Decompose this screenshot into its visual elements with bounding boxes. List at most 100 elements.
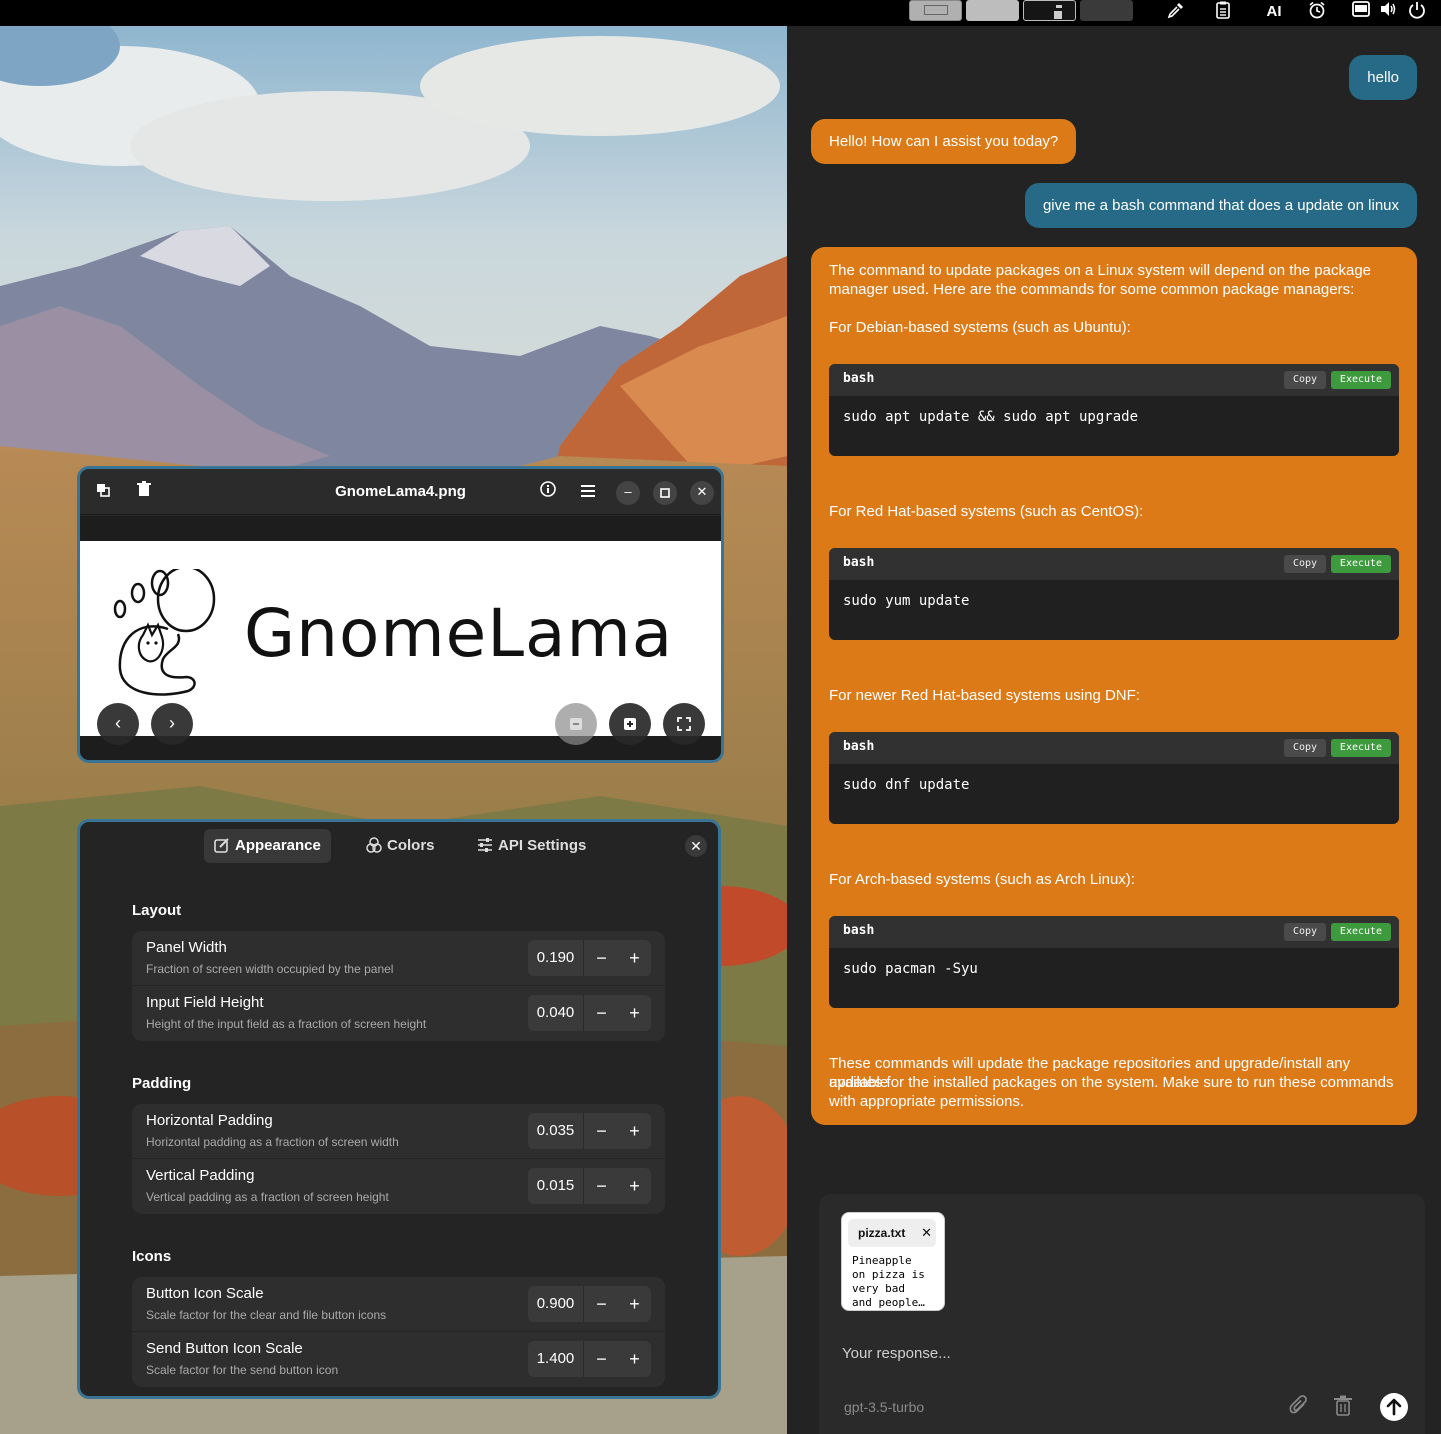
clipboard-icon[interactable] — [1211, 1, 1235, 23]
appearance-icon — [214, 838, 229, 853]
code-command: sudo apt update && sudo apt upgrade — [843, 409, 1139, 425]
tab-label: API Settings — [498, 837, 587, 854]
color-picker-icon[interactable] — [1164, 1, 1188, 23]
setting-row-vertical-padding: Vertical Padding Vertical padding as a f… — [132, 1159, 665, 1214]
zoom-in-icon[interactable] — [609, 703, 651, 745]
copy-button[interactable]: Copy — [1284, 739, 1326, 757]
code-block: bash Copy Execute sudo apt update && sud… — [829, 364, 1399, 456]
tab-appearance[interactable]: Appearance — [204, 829, 331, 863]
execute-button[interactable]: Execute — [1331, 371, 1391, 389]
send-icon[interactable] — [1380, 1393, 1408, 1421]
clear-chat-icon[interactable] — [1333, 1395, 1357, 1419]
viewer-letterbox-top — [80, 516, 721, 541]
workspace-2[interactable] — [966, 0, 1019, 21]
info-icon[interactable] — [536, 480, 560, 504]
setting-subtitle: Fraction of screen width occupied by the… — [146, 962, 394, 976]
execute-button[interactable]: Execute — [1331, 739, 1391, 757]
close-icon[interactable]: ✕ — [685, 835, 707, 857]
tab-api-settings[interactable]: API Settings — [467, 829, 596, 863]
model-label: gpt-3.5-turbo — [844, 1399, 925, 1415]
spin-value-input[interactable]: 0.040 — [528, 995, 584, 1031]
setting-row-horizontal-padding: Horizontal Padding Horizontal padding as… — [132, 1104, 665, 1159]
code-command: sudo yum update — [843, 593, 970, 609]
attach-file-icon[interactable] — [1289, 1395, 1313, 1419]
button-icon-scale-spinbutton: 0.900 − + — [528, 1286, 651, 1322]
vertical-padding-spinbutton: 0.015 − + — [528, 1168, 651, 1204]
spin-value-input[interactable]: 0.900 — [528, 1286, 584, 1322]
user-message: hello — [1349, 55, 1417, 100]
next-icon[interactable]: › — [151, 703, 193, 745]
setting-subtitle: Horizontal padding as a fraction of scre… — [146, 1135, 399, 1149]
viewer-logo-text: GnomeLama — [244, 595, 674, 672]
settings-group-padding: Horizontal Padding Horizontal padding as… — [132, 1104, 665, 1214]
setting-row-panel-width: Panel Width Fraction of screen width occ… — [132, 931, 665, 986]
spin-value-input[interactable]: 0.015 — [528, 1168, 584, 1204]
setting-subtitle: Height of the input field as a fraction … — [146, 1017, 427, 1031]
increment-button[interactable]: + — [618, 940, 651, 976]
send-button-icon-scale-spinbutton: 1.400 − + — [528, 1341, 651, 1377]
code-block: bash Copy Execute sudo dnf update — [829, 732, 1399, 824]
spin-value-input[interactable]: 1.400 — [528, 1341, 584, 1377]
copy-button[interactable]: Copy — [1284, 923, 1326, 941]
gnome-llama-logo-icon — [113, 569, 216, 696]
panel-width-spinbutton: 0.190 − + — [528, 940, 651, 976]
decrement-button[interactable]: − — [585, 995, 618, 1031]
previous-icon[interactable]: ‹ — [97, 703, 139, 745]
assistant-text: For Debian-based systems (such as Ubuntu… — [829, 319, 1131, 336]
power-icon[interactable] — [1405, 1, 1429, 23]
setting-subtitle: Vertical padding as a fraction of screen… — [146, 1190, 389, 1204]
maximize-icon[interactable] — [653, 481, 677, 505]
remove-attachment-icon[interactable]: ✕ — [921, 1226, 932, 1240]
increment-button[interactable]: + — [618, 995, 651, 1031]
settings-group-icons: Button Icon Scale Scale factor for the c… — [132, 1277, 665, 1387]
workspace-1[interactable] — [909, 0, 962, 21]
minimize-icon[interactable]: – — [616, 481, 640, 505]
increment-button[interactable]: + — [618, 1286, 651, 1322]
attachment-card[interactable]: pizza.txt ✕ Pineapple on pizza is very b… — [841, 1212, 945, 1311]
code-language: bash — [843, 923, 875, 938]
setting-row-send-button-icon-scale: Send Button Icon Scale Scale factor for … — [132, 1332, 665, 1387]
spin-value-input[interactable]: 0.035 — [528, 1113, 584, 1149]
copy-button[interactable]: Copy — [1284, 555, 1326, 573]
sliders-icon — [478, 838, 492, 852]
tab-colors[interactable]: Colors — [356, 829, 445, 863]
menu-icon[interactable] — [576, 480, 600, 504]
volume-icon[interactable] — [1376, 1, 1400, 23]
ai-indicator[interactable]: AI — [1262, 1, 1286, 23]
assistant-text: For Red Hat-based systems (such as CentO… — [829, 503, 1144, 520]
increment-button[interactable]: + — [618, 1113, 651, 1149]
workspace-4[interactable] — [1080, 0, 1133, 21]
code-command: sudo dnf update — [843, 777, 970, 793]
spin-value-input[interactable]: 0.190 — [528, 940, 584, 976]
execute-button[interactable]: Execute — [1331, 555, 1391, 573]
decrement-button[interactable]: − — [585, 1286, 618, 1322]
decrement-button[interactable]: − — [585, 1341, 618, 1377]
message-input[interactable]: Your response... — [842, 1345, 951, 1362]
screen-icon[interactable] — [1349, 1, 1373, 23]
setting-row-button-icon-scale: Button Icon Scale Scale factor for the c… — [132, 1277, 665, 1332]
code-language: bash — [843, 739, 875, 754]
workspace-3[interactable] — [1023, 0, 1076, 21]
fullscreen-icon[interactable] — [663, 703, 705, 745]
assistant-message: Hello! How can I assist you today? — [811, 119, 1077, 164]
zoom-out-icon[interactable] — [555, 703, 597, 745]
assistant-message-text: Hello! How can I assist you today? — [829, 133, 1059, 150]
decrement-button[interactable]: − — [585, 1168, 618, 1204]
copy-button[interactable]: Copy — [1284, 371, 1326, 389]
execute-button[interactable]: Execute — [1331, 923, 1391, 941]
assistant-text: For Arch-based systems (such as Arch Lin… — [829, 871, 1135, 888]
close-icon[interactable]: ✕ — [690, 481, 714, 505]
assistant-text: The command to update packages on a Linu… — [829, 262, 1372, 279]
decrement-button[interactable]: − — [585, 940, 618, 976]
user-message: give me a bash command that does a updat… — [1024, 183, 1417, 228]
preferences-window: Appearance Colors API Settings ✕ Layout … — [77, 819, 721, 1399]
alarm-icon[interactable] — [1305, 1, 1329, 23]
decrement-button[interactable]: − — [585, 1113, 618, 1149]
increment-button[interactable]: + — [618, 1168, 651, 1204]
assistant-text: with appropriate permissions. — [829, 1093, 1025, 1110]
assistant-text: updates for the installed packages on th… — [829, 1074, 1394, 1091]
settings-group-layout: Panel Width Fraction of screen width occ… — [132, 931, 665, 1041]
increment-button[interactable]: + — [618, 1341, 651, 1377]
input-area: pizza.txt ✕ Pineapple on pizza is very b… — [819, 1194, 1425, 1434]
section-title-layout: Layout — [132, 902, 182, 919]
